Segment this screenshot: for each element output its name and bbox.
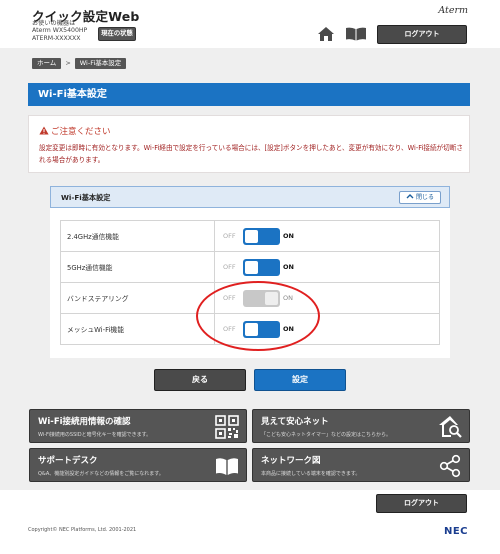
setting-row-5ghz: 5GHz通信機能 OFF ON xyxy=(60,251,440,283)
warning-icon xyxy=(39,126,49,135)
breadcrumb-current: Wi-Fi基本設定 xyxy=(74,58,127,69)
device-info-line: お使いの機器は xyxy=(32,20,76,27)
card-mieteanshin-net[interactable]: 見えて安心ネット 「こども安心ネットタイマー」などの設定はこちらから。 xyxy=(252,409,470,443)
notice-box: ご注意ください 設定変更は即時に有効となります。Wi-Fi経由で設定を行っている… xyxy=(28,115,470,173)
notice-heading-text: ご注意ください xyxy=(51,127,111,137)
toggle-on-label: ON xyxy=(283,325,294,333)
toggle-on-label: ON xyxy=(283,294,293,302)
device-name: ATERM-XXXXXX xyxy=(32,34,81,42)
toggle-mesh-wifi[interactable]: OFF ON xyxy=(223,319,294,339)
toggle-knob xyxy=(245,230,258,243)
toggle-off-label: OFF xyxy=(223,325,236,333)
card-subtitle: Q&A、機能別設定ガイドなどの情報をご覧になれます。 xyxy=(38,471,164,477)
book-icon xyxy=(216,458,238,475)
setting-row-band-steering: バンドステアリング OFF ON xyxy=(60,282,440,314)
panel-title: Wi-Fi基本設定 xyxy=(61,193,111,202)
home-icon[interactable] xyxy=(317,26,335,42)
logout-button[interactable]: ログアウト xyxy=(377,25,467,44)
setting-row-24ghz: 2.4GHz通信機能 OFF ON xyxy=(60,220,440,252)
setting-label: 2.4GHz通信機能 xyxy=(60,220,215,252)
page-title: Wi-Fi基本設定 xyxy=(28,83,470,106)
card-wifi-connection-info[interactable]: Wi-Fi接続用情報の確認 Wi-Fi接続用のSSIDと暗号化キーを確認できます… xyxy=(29,409,247,443)
card-support-desk[interactable]: サポートデスク Q&A、機能別設定ガイドなどの情報をご覧になれます。 xyxy=(29,448,247,482)
card-title: 見えて安心ネット xyxy=(261,417,329,427)
card-subtitle: 「こども安心ネットタイマー」などの設定はこちらから。 xyxy=(261,432,392,438)
setting-label: バンドステアリング xyxy=(60,282,215,314)
settings-table: 2.4GHz通信機能 OFF ON 5GHz通信機能 OFF ON バンドステア… xyxy=(60,220,440,345)
toggle-on-label: ON xyxy=(283,232,294,240)
header: クイック設定Web お使いの機器は Aterm WX5400HP ATERM-X… xyxy=(0,0,500,48)
card-network-map[interactable]: ネットワーク図 本商品に接続している端末を確認できます。 xyxy=(252,448,470,482)
toggle-5ghz[interactable]: OFF ON xyxy=(223,257,294,277)
device-info: お使いの機器は Aterm WX5400HP ATERM-XXXXXX xyxy=(32,20,87,42)
collapse-button-label: 閉じる xyxy=(415,194,434,201)
apply-settings-button[interactable]: 設定 xyxy=(254,369,346,391)
setting-label: 5GHz通信機能 xyxy=(60,251,215,283)
copyright: Copyright© NEC Platforms, Ltd. 2001-2021 xyxy=(28,527,137,533)
card-title: サポートデスク xyxy=(38,456,98,466)
setting-label: メッシュWi-Fi機能 xyxy=(60,313,215,345)
setting-row-mesh-wifi: メッシュWi-Fi機能 OFF ON xyxy=(60,313,440,345)
toggle-knob xyxy=(245,261,258,274)
toggle-off-label: OFF xyxy=(223,263,236,271)
card-subtitle: 本商品に接続している端末を確認できます。 xyxy=(261,471,361,477)
card-title: ネットワーク図 xyxy=(261,456,321,466)
notice-text: 設定変更は即時に有効となります。Wi-Fi経由で設定を行っている場合には、[設定… xyxy=(39,144,463,164)
toggle-switch[interactable] xyxy=(243,228,280,245)
panel-header: Wi-Fi基本設定 閉じる xyxy=(50,186,450,208)
collapse-button[interactable]: 閉じる xyxy=(399,191,441,204)
aterm-logo: Aterm xyxy=(438,5,468,16)
toggle-24ghz[interactable]: OFF ON xyxy=(223,226,294,246)
card-title: Wi-Fi接続用情報の確認 xyxy=(38,417,131,427)
toggle-on-label: ON xyxy=(283,263,294,271)
nec-logo: NEC xyxy=(443,526,468,537)
wifi-settings-panel: Wi-Fi基本設定 閉じる 2.4GHz通信機能 OFF ON 5GHz通信機能… xyxy=(50,186,450,358)
toggle-knob xyxy=(265,292,278,305)
toggle-switch[interactable] xyxy=(243,321,280,338)
back-button[interactable]: 戻る xyxy=(154,369,246,391)
current-status-button[interactable]: 現在の状態 xyxy=(98,27,136,41)
toggle-switch xyxy=(243,290,280,307)
logout-button-bottom[interactable]: ログアウト xyxy=(376,494,467,513)
toggle-off-label: OFF xyxy=(223,294,236,302)
share-nodes-icon xyxy=(439,454,461,478)
chevron-up-icon xyxy=(406,194,414,199)
house-search-icon xyxy=(439,416,462,438)
toggle-switch[interactable] xyxy=(243,259,280,276)
qr-code-icon xyxy=(215,415,239,439)
notice-heading: ご注意ください xyxy=(39,125,111,137)
breadcrumb-separator: > xyxy=(65,59,71,67)
manual-book-icon[interactable] xyxy=(345,27,367,41)
card-subtitle: Wi-Fi接続用のSSIDと暗号化キーを確認できます。 xyxy=(38,432,152,438)
toggle-band-steering: OFF ON xyxy=(223,288,293,308)
breadcrumb: ホーム > Wi-Fi基本設定 xyxy=(32,58,127,70)
toggle-off-label: OFF xyxy=(223,232,236,240)
device-model: Aterm WX5400HP xyxy=(32,27,88,35)
breadcrumb-home[interactable]: ホーム xyxy=(32,58,62,69)
toggle-knob xyxy=(245,323,258,336)
